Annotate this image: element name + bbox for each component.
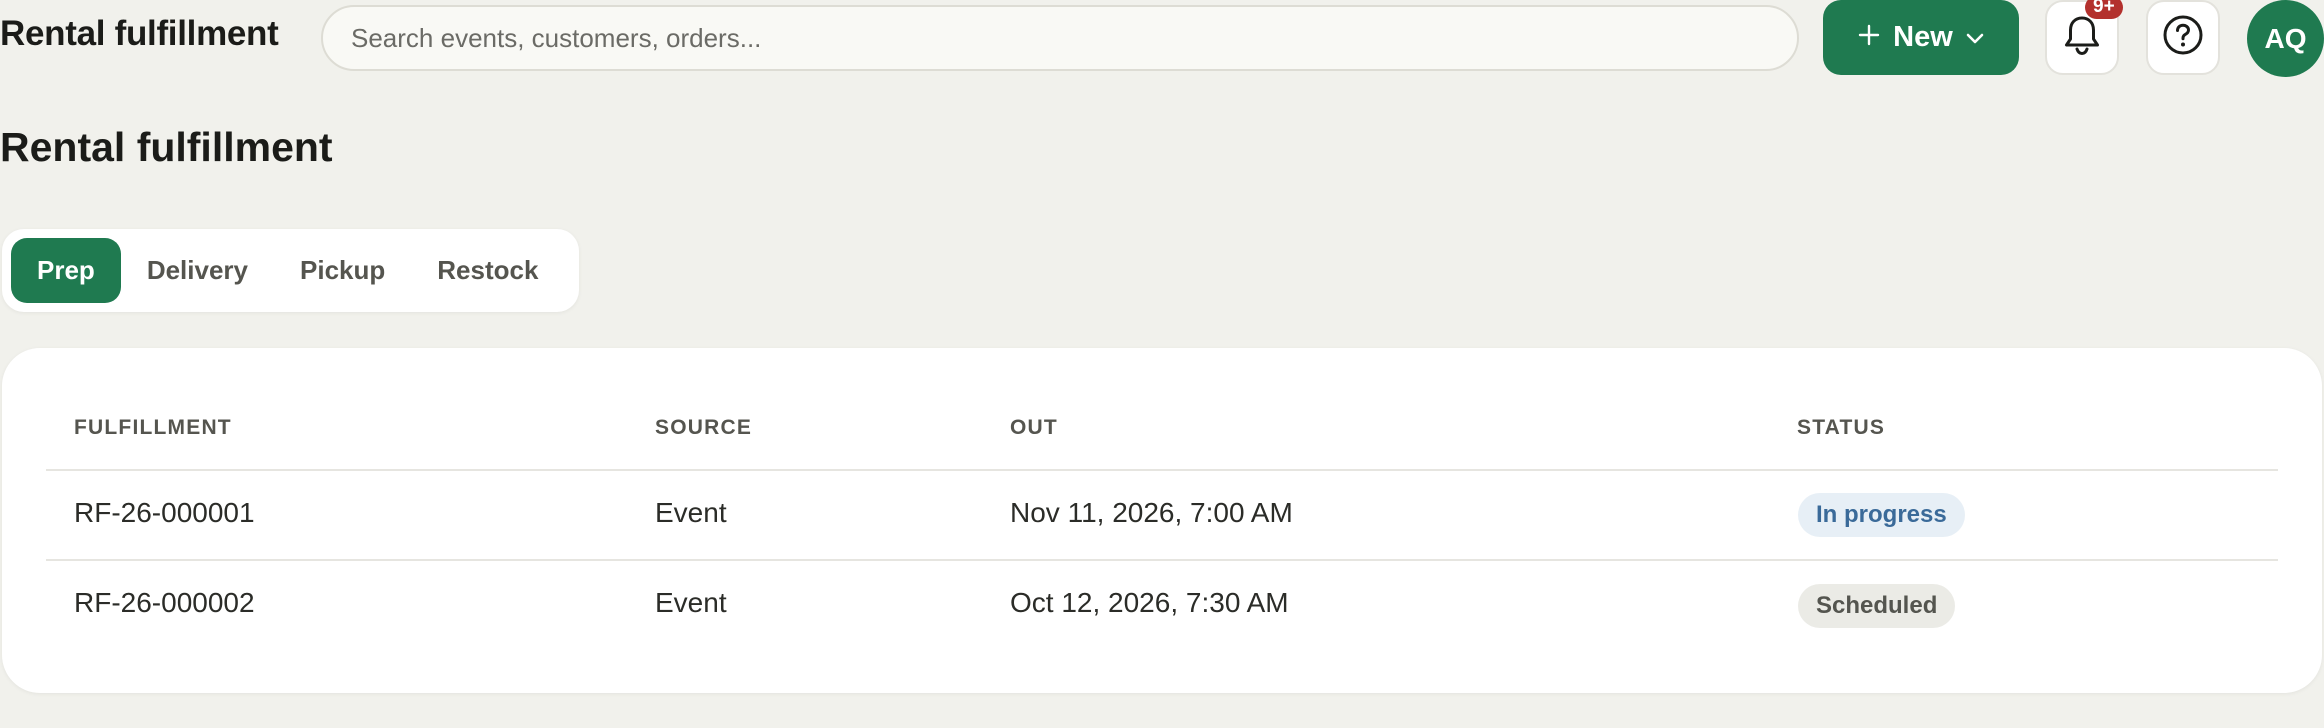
- tab-pickup[interactable]: Pickup: [274, 238, 411, 303]
- divider: [46, 469, 2278, 471]
- status-badge: Scheduled: [1798, 584, 1956, 628]
- top-bar: Rental fulfillment New 9+ AQ: [0, 0, 2324, 78]
- out-cell: Nov 11, 2026, 7:00 AM: [1010, 497, 1293, 528]
- tab-prep[interactable]: Prep: [11, 238, 121, 303]
- chevron-down-icon: [1965, 21, 1985, 54]
- column-header-status[interactable]: STATUS: [1797, 416, 1885, 440]
- plus-icon: [1857, 19, 1881, 53]
- notifications-button[interactable]: 9+: [2045, 0, 2123, 75]
- column-header-source[interactable]: SOURCE: [655, 416, 752, 440]
- new-button[interactable]: New: [1823, 0, 2019, 75]
- app-title: Rental fulfillment: [0, 14, 279, 53]
- fulfillment-table: FULFILLMENT SOURCE OUT STATUS RF-26-0000…: [2, 348, 2322, 693]
- tab-delivery[interactable]: Delivery: [121, 238, 274, 303]
- user-avatar[interactable]: AQ: [2247, 0, 2324, 77]
- help-button[interactable]: [2146, 0, 2220, 75]
- source-cell: Event: [655, 587, 727, 618]
- search-bar[interactable]: [321, 5, 1799, 71]
- help-circle-icon: [2162, 14, 2204, 61]
- fulfillment-tabs: Prep Delivery Pickup Restock: [2, 229, 579, 312]
- status-badge: In progress: [1798, 493, 1965, 537]
- bell-icon: [2061, 13, 2103, 62]
- fulfillment-id[interactable]: RF-26-000002: [74, 587, 255, 619]
- fulfillment-id[interactable]: RF-26-000001: [74, 497, 255, 529]
- search-input[interactable]: [351, 22, 1769, 54]
- column-header-out[interactable]: OUT: [1010, 416, 1058, 440]
- new-button-label: New: [1893, 21, 1953, 53]
- notification-badge: 9+: [2085, 0, 2123, 19]
- tab-restock[interactable]: Restock: [411, 238, 564, 303]
- source-cell: Event: [655, 497, 727, 528]
- divider: [46, 559, 2278, 561]
- out-cell: Oct 12, 2026, 7:30 AM: [1010, 587, 1289, 618]
- column-header-fulfillment[interactable]: FULFILLMENT: [74, 416, 232, 440]
- page-title: Rental fulfillment: [0, 124, 333, 170]
